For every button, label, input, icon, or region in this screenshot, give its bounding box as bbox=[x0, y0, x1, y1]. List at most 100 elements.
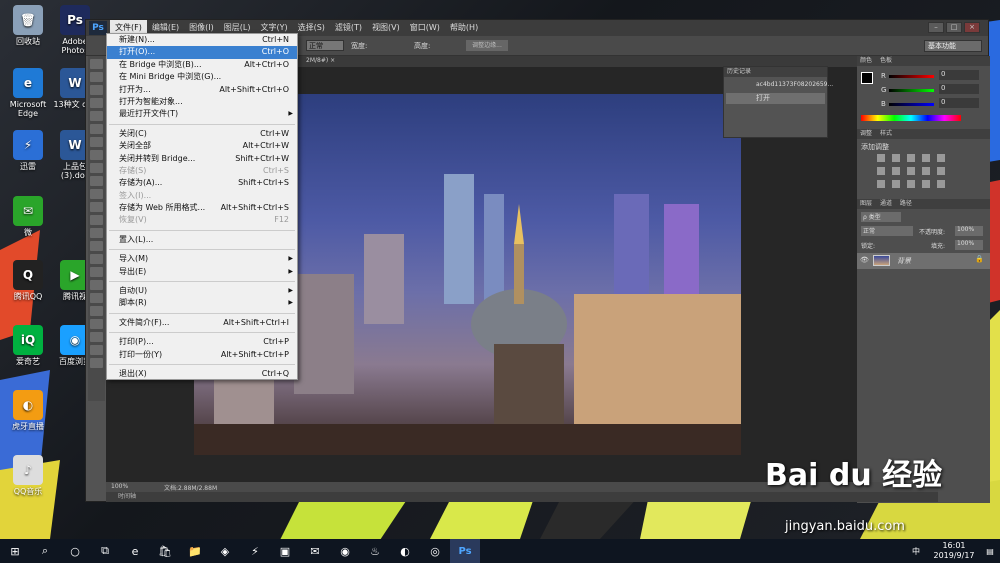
adjustment-icon[interactable] bbox=[907, 167, 915, 175]
file-menu-item[interactable]: 关闭全部 Alt+Ctrl+W bbox=[107, 140, 297, 152]
tool-button[interactable] bbox=[90, 163, 103, 173]
file-menu-item[interactable]: 自动(U) ▶ bbox=[107, 285, 297, 297]
minimize-button[interactable]: – bbox=[928, 22, 944, 33]
tool-button[interactable] bbox=[90, 59, 103, 69]
file-menu-item[interactable]: 打开为... Alt+Shift+Ctrl+O bbox=[107, 84, 297, 96]
layer-kind-filter[interactable]: ρ 类型 bbox=[861, 212, 901, 222]
maximize-button[interactable]: □ bbox=[946, 22, 962, 33]
tool-button[interactable] bbox=[90, 293, 103, 303]
document-tab[interactable]: 2M/8#) × bbox=[306, 57, 335, 64]
file-menu-item[interactable]: 打开(O)... Ctrl+O bbox=[107, 46, 297, 59]
file-menu-item[interactable]: 脚本(R) ▶ bbox=[107, 297, 297, 309]
taskbar-app-icon[interactable]: 🛍 bbox=[150, 539, 180, 563]
tool-button[interactable] bbox=[90, 124, 103, 134]
tool-button[interactable] bbox=[90, 215, 103, 225]
history-source[interactable]: ac4bd11373F08202659... bbox=[726, 79, 833, 91]
tab-channels[interactable]: 通道 bbox=[880, 200, 892, 207]
close-button[interactable]: × bbox=[964, 22, 980, 33]
tool-button[interactable] bbox=[90, 176, 103, 186]
menu-item[interactable]: 选择(S) bbox=[293, 20, 330, 36]
desktop-icon[interactable]: iQ 爱奇艺 bbox=[5, 325, 51, 366]
tool-button[interactable] bbox=[90, 280, 103, 290]
tab-color[interactable]: 颜色 bbox=[860, 57, 872, 64]
adjustment-icon[interactable] bbox=[907, 154, 915, 162]
eye-icon[interactable]: 👁 bbox=[860, 256, 869, 264]
tool-button[interactable] bbox=[90, 150, 103, 160]
green-slider[interactable] bbox=[889, 89, 934, 92]
menu-item[interactable]: 滤镜(T) bbox=[330, 20, 367, 36]
blue-slider[interactable] bbox=[889, 103, 934, 106]
zoom-level[interactable]: 100% bbox=[111, 483, 128, 490]
tab-swatches[interactable]: 色板 bbox=[880, 57, 892, 64]
file-menu-item[interactable]: 存储为 Web 所用格式... Alt+Shift+Ctrl+S bbox=[107, 202, 297, 214]
layer-row[interactable]: 👁 背景 🔒 bbox=[857, 253, 990, 269]
taskbar-app-icon[interactable]: ◈ bbox=[210, 539, 240, 563]
desktop-icon[interactable]: ⚡ 迅雷 bbox=[5, 130, 51, 171]
tool-button[interactable] bbox=[90, 306, 103, 316]
file-menu-item[interactable]: 置入(L)... bbox=[107, 234, 297, 246]
file-menu-item[interactable]: 关闭(C) Ctrl+W bbox=[107, 128, 297, 140]
green-value[interactable]: 0 bbox=[939, 84, 979, 94]
tool-button[interactable] bbox=[90, 202, 103, 212]
tool-button[interactable] bbox=[90, 98, 103, 108]
tool-button[interactable] bbox=[90, 137, 103, 147]
taskbar-app-icon[interactable]: ◐ bbox=[390, 539, 420, 563]
tool-button[interactable] bbox=[90, 332, 103, 342]
tool-button[interactable] bbox=[90, 72, 103, 82]
tab-layers[interactable]: 图层 bbox=[860, 200, 872, 207]
taskbar-app-icon[interactable]: ⚡ bbox=[240, 539, 270, 563]
adjustment-icon[interactable] bbox=[937, 154, 945, 162]
opacity-value[interactable]: 100% bbox=[955, 226, 983, 236]
tool-button[interactable] bbox=[90, 254, 103, 264]
layer-name[interactable]: 背景 bbox=[897, 256, 911, 266]
tool-button[interactable] bbox=[90, 319, 103, 329]
red-slider[interactable] bbox=[889, 75, 934, 78]
clock[interactable]: 16:01 2019/9/17 bbox=[928, 541, 980, 561]
file-menu-item[interactable]: 存储(S) Ctrl+S bbox=[107, 165, 297, 177]
menu-item[interactable]: 帮助(H) bbox=[445, 20, 483, 36]
desktop-icon[interactable]: ✉ 微 bbox=[5, 196, 51, 237]
notification-icon[interactable]: ▤ bbox=[980, 547, 1000, 556]
timeline-label[interactable]: 时间轴 bbox=[118, 493, 136, 500]
taskbar-app-icon[interactable]: ⊞ bbox=[0, 539, 30, 563]
adjustment-icon[interactable] bbox=[892, 167, 900, 175]
menu-item[interactable]: 视图(V) bbox=[367, 20, 405, 36]
adjustment-icon[interactable] bbox=[877, 167, 885, 175]
file-menu-item[interactable]: 关闭并转到 Bridge... Shift+Ctrl+W bbox=[107, 153, 297, 165]
file-menu-item[interactable]: 最近打开文件(T) ▶ bbox=[107, 108, 297, 120]
adjustment-icon[interactable] bbox=[937, 167, 945, 175]
tool-button[interactable] bbox=[90, 111, 103, 121]
file-menu-item[interactable]: 文件简介(F)... Alt+Shift+Ctrl+I bbox=[107, 317, 297, 329]
tab-paths[interactable]: 路径 bbox=[900, 200, 912, 207]
adjustment-icon[interactable] bbox=[877, 180, 885, 188]
fill-value[interactable]: 100% bbox=[955, 240, 983, 250]
tool-button[interactable] bbox=[90, 189, 103, 199]
file-menu-item[interactable]: 打印一份(Y) Alt+Shift+Ctrl+P bbox=[107, 349, 297, 361]
adjustment-icon[interactable] bbox=[922, 167, 930, 175]
taskbar-app-icon[interactable]: e bbox=[120, 539, 150, 563]
ime-indicator[interactable]: 中 bbox=[912, 546, 920, 557]
file-menu-item[interactable]: 导出(E) ▶ bbox=[107, 266, 297, 278]
taskbar-app-icon[interactable]: ⌕ bbox=[30, 539, 60, 563]
file-menu-item[interactable]: 签入(I)... bbox=[107, 190, 297, 202]
tool-button[interactable] bbox=[90, 267, 103, 277]
desktop-icon[interactable]: ♪ QQ音乐 bbox=[5, 455, 51, 496]
file-menu-item[interactable]: 在 Mini Bridge 中浏览(G)... bbox=[107, 71, 297, 83]
file-menu-item[interactable]: 存储为(A)... Shift+Ctrl+S bbox=[107, 177, 297, 189]
desktop-icon[interactable]: ◐ 虎牙直播 bbox=[5, 390, 51, 431]
adjustment-icon[interactable] bbox=[907, 180, 915, 188]
tab-styles[interactable]: 样式 bbox=[880, 130, 892, 137]
tool-button[interactable] bbox=[90, 345, 103, 355]
history-step[interactable]: 打开 bbox=[726, 93, 825, 104]
adjustment-icon[interactable] bbox=[937, 180, 945, 188]
adjustment-icon[interactable] bbox=[877, 154, 885, 162]
taskbar-app-icon[interactable]: ▣ bbox=[270, 539, 300, 563]
adjustment-icon[interactable] bbox=[922, 154, 930, 162]
tool-button[interactable] bbox=[90, 228, 103, 238]
blue-value[interactable]: 0 bbox=[939, 98, 979, 108]
taskbar-app-icon[interactable]: ○ bbox=[60, 539, 90, 563]
taskbar-app-icon[interactable]: ♨ bbox=[360, 539, 390, 563]
red-value[interactable]: 0 bbox=[939, 70, 979, 80]
tool-button[interactable] bbox=[90, 241, 103, 251]
adjustment-icon[interactable] bbox=[922, 180, 930, 188]
